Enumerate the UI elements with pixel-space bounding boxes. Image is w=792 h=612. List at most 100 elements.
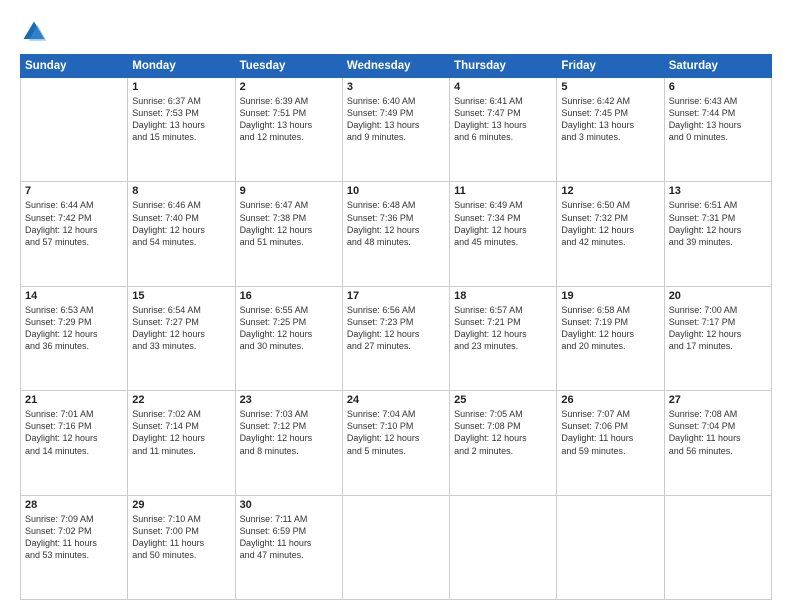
calendar-cell: 11 Sunrise: 6:49 AM Sunset: 7:34 PM Dayli… xyxy=(450,182,557,286)
calendar-cell: 19Sunrise: 6:58 AM Sunset: 7:19 PM Dayli… xyxy=(557,286,664,390)
day-info: Sunrise: 6:55 AM Sunset: 7:25 PM Dayligh… xyxy=(240,304,338,353)
calendar-cell: 3 Sunrise: 6:40 AM Sunset: 7:49 PM Daylig… xyxy=(342,78,449,182)
day-info: Sunrise: 7:11 AM Sunset: 6:59 PM Dayligh… xyxy=(240,513,338,562)
day-number: 25 xyxy=(454,394,552,406)
day-number: 12 xyxy=(561,185,659,197)
calendar-cell: 21Sunrise: 7:01 AM Sunset: 7:16 PM Dayli… xyxy=(21,391,128,495)
calendar-cell: 6 Sunrise: 6:43 AM Sunset: 7:44 PM Daylig… xyxy=(664,78,771,182)
day-number: 9 xyxy=(240,185,338,197)
day-number: 27 xyxy=(669,394,767,406)
calendar-cell: 5 Sunrise: 6:42 AM Sunset: 7:45 PM Daylig… xyxy=(557,78,664,182)
calendar-cell: 7 Sunrise: 6:44 AM Sunset: 7:42 PM Daylig… xyxy=(21,182,128,286)
calendar-cell: 28 Sunrise: 7:09 AM Sunset: 7:02 PM Dayli… xyxy=(21,495,128,599)
calendar-cell: 27 Sunrise: 7:08 AM Sunset: 7:04 PM Dayli… xyxy=(664,391,771,495)
calendar-cell: 23 Sunrise: 7:03 AM Sunset: 7:12 PM Dayli… xyxy=(235,391,342,495)
day-number: 18 xyxy=(454,290,552,302)
calendar-cell: 24 Sunrise: 7:04 AM Sunset: 7:10 PM Dayli… xyxy=(342,391,449,495)
day-info: Sunrise: 7:04 AM Sunset: 7:10 PM Dayligh… xyxy=(347,408,445,457)
calendar-cell: 25Sunrise: 7:05 AM Sunset: 7:08 PM Dayli… xyxy=(450,391,557,495)
day-number: 15 xyxy=(132,290,230,302)
day-info: Sunrise: 6:49 AM Sunset: 7:34 PM Dayligh… xyxy=(454,199,552,248)
weekday-header-sunday: Sunday xyxy=(21,55,128,78)
day-info: Sunrise: 7:00 AM Sunset: 7:17 PM Dayligh… xyxy=(669,304,767,353)
calendar-cell: 1 Sunrise: 6:37 AM Sunset: 7:53 PM Daylig… xyxy=(128,78,235,182)
calendar-cell: 14 Sunrise: 6:53 AM Sunset: 7:29 PM Dayli… xyxy=(21,286,128,390)
day-info: Sunrise: 6:53 AM Sunset: 7:29 PM Dayligh… xyxy=(25,304,123,353)
day-info: Sunrise: 6:47 AM Sunset: 7:38 PM Dayligh… xyxy=(240,199,338,248)
day-info: Sunrise: 6:44 AM Sunset: 7:42 PM Dayligh… xyxy=(25,199,123,248)
weekday-header-tuesday: Tuesday xyxy=(235,55,342,78)
calendar-cell: 26 Sunrise: 7:07 AM Sunset: 7:06 PM Dayli… xyxy=(557,391,664,495)
day-number: 10 xyxy=(347,185,445,197)
calendar-cell: 18 Sunrise: 6:57 AM Sunset: 7:21 PM Dayli… xyxy=(450,286,557,390)
calendar-cell: 4Sunrise: 6:41 AM Sunset: 7:47 PM Daylig… xyxy=(450,78,557,182)
day-number: 6 xyxy=(669,81,767,93)
day-number: 28 xyxy=(25,499,123,511)
day-info: Sunrise: 6:39 AM Sunset: 7:51 PM Dayligh… xyxy=(240,95,338,144)
day-info: Sunrise: 6:40 AM Sunset: 7:49 PM Dayligh… xyxy=(347,95,445,144)
calendar-cell: 2 Sunrise: 6:39 AM Sunset: 7:51 PM Daylig… xyxy=(235,78,342,182)
day-info: Sunrise: 6:46 AM Sunset: 7:40 PM Dayligh… xyxy=(132,199,230,248)
calendar-body: 1 Sunrise: 6:37 AM Sunset: 7:53 PM Daylig… xyxy=(21,78,772,600)
calendar-cell: 17Sunrise: 6:56 AM Sunset: 7:23 PM Dayli… xyxy=(342,286,449,390)
day-info: Sunrise: 6:56 AM Sunset: 7:23 PM Dayligh… xyxy=(347,304,445,353)
day-info: Sunrise: 6:54 AM Sunset: 7:27 PM Dayligh… xyxy=(132,304,230,353)
day-info: Sunrise: 6:57 AM Sunset: 7:21 PM Dayligh… xyxy=(454,304,552,353)
calendar-cell: 22 Sunrise: 7:02 AM Sunset: 7:14 PM Dayli… xyxy=(128,391,235,495)
day-number: 29 xyxy=(132,499,230,511)
day-number: 30 xyxy=(240,499,338,511)
day-number: 24 xyxy=(347,394,445,406)
day-info: Sunrise: 7:07 AM Sunset: 7:06 PM Dayligh… xyxy=(561,408,659,457)
day-number: 16 xyxy=(240,290,338,302)
calendar-cell: 8 Sunrise: 6:46 AM Sunset: 7:40 PM Daylig… xyxy=(128,182,235,286)
calendar-cell: 16 Sunrise: 6:55 AM Sunset: 7:25 PM Dayli… xyxy=(235,286,342,390)
week-row-3: 14 Sunrise: 6:53 AM Sunset: 7:29 PM Dayli… xyxy=(21,286,772,390)
weekday-header-thursday: Thursday xyxy=(450,55,557,78)
day-info: Sunrise: 6:50 AM Sunset: 7:32 PM Dayligh… xyxy=(561,199,659,248)
calendar-cell: 10 Sunrise: 6:48 AM Sunset: 7:36 PM Dayli… xyxy=(342,182,449,286)
calendar-cell xyxy=(21,78,128,182)
day-info: Sunrise: 6:42 AM Sunset: 7:45 PM Dayligh… xyxy=(561,95,659,144)
calendar-cell: 13 Sunrise: 6:51 AM Sunset: 7:31 PM Dayli… xyxy=(664,182,771,286)
weekday-header-saturday: Saturday xyxy=(664,55,771,78)
day-info: Sunrise: 6:41 AM Sunset: 7:47 PM Dayligh… xyxy=(454,95,552,144)
day-info: Sunrise: 7:08 AM Sunset: 7:04 PM Dayligh… xyxy=(669,408,767,457)
day-number: 2 xyxy=(240,81,338,93)
calendar-cell: 12 Sunrise: 6:50 AM Sunset: 7:32 PM Dayli… xyxy=(557,182,664,286)
day-info: Sunrise: 6:37 AM Sunset: 7:53 PM Dayligh… xyxy=(132,95,230,144)
weekday-header-monday: Monday xyxy=(128,55,235,78)
day-info: Sunrise: 6:48 AM Sunset: 7:36 PM Dayligh… xyxy=(347,199,445,248)
week-row-4: 21Sunrise: 7:01 AM Sunset: 7:16 PM Dayli… xyxy=(21,391,772,495)
day-number: 20 xyxy=(669,290,767,302)
week-row-1: 1 Sunrise: 6:37 AM Sunset: 7:53 PM Daylig… xyxy=(21,78,772,182)
calendar-cell xyxy=(664,495,771,599)
week-row-2: 7 Sunrise: 6:44 AM Sunset: 7:42 PM Daylig… xyxy=(21,182,772,286)
day-number: 14 xyxy=(25,290,123,302)
day-number: 3 xyxy=(347,81,445,93)
day-info: Sunrise: 7:02 AM Sunset: 7:14 PM Dayligh… xyxy=(132,408,230,457)
day-number: 23 xyxy=(240,394,338,406)
week-row-5: 28 Sunrise: 7:09 AM Sunset: 7:02 PM Dayli… xyxy=(21,495,772,599)
day-number: 5 xyxy=(561,81,659,93)
weekday-header-friday: Friday xyxy=(557,55,664,78)
day-info: Sunrise: 6:51 AM Sunset: 7:31 PM Dayligh… xyxy=(669,199,767,248)
day-number: 8 xyxy=(132,185,230,197)
day-info: Sunrise: 6:58 AM Sunset: 7:19 PM Dayligh… xyxy=(561,304,659,353)
day-info: Sunrise: 7:09 AM Sunset: 7:02 PM Dayligh… xyxy=(25,513,123,562)
weekday-header-wednesday: Wednesday xyxy=(342,55,449,78)
day-number: 21 xyxy=(25,394,123,406)
logo-icon xyxy=(20,18,48,46)
header xyxy=(20,18,772,46)
calendar-page: SundayMondayTuesdayWednesdayThursdayFrid… xyxy=(0,0,792,612)
day-info: Sunrise: 6:43 AM Sunset: 7:44 PM Dayligh… xyxy=(669,95,767,144)
day-number: 22 xyxy=(132,394,230,406)
day-number: 1 xyxy=(132,81,230,93)
day-number: 11 xyxy=(454,185,552,197)
day-number: 13 xyxy=(669,185,767,197)
calendar-cell xyxy=(342,495,449,599)
day-number: 26 xyxy=(561,394,659,406)
calendar-cell xyxy=(450,495,557,599)
calendar-cell: 30 Sunrise: 7:11 AM Sunset: 6:59 PM Dayli… xyxy=(235,495,342,599)
day-number: 7 xyxy=(25,185,123,197)
day-info: Sunrise: 7:03 AM Sunset: 7:12 PM Dayligh… xyxy=(240,408,338,457)
